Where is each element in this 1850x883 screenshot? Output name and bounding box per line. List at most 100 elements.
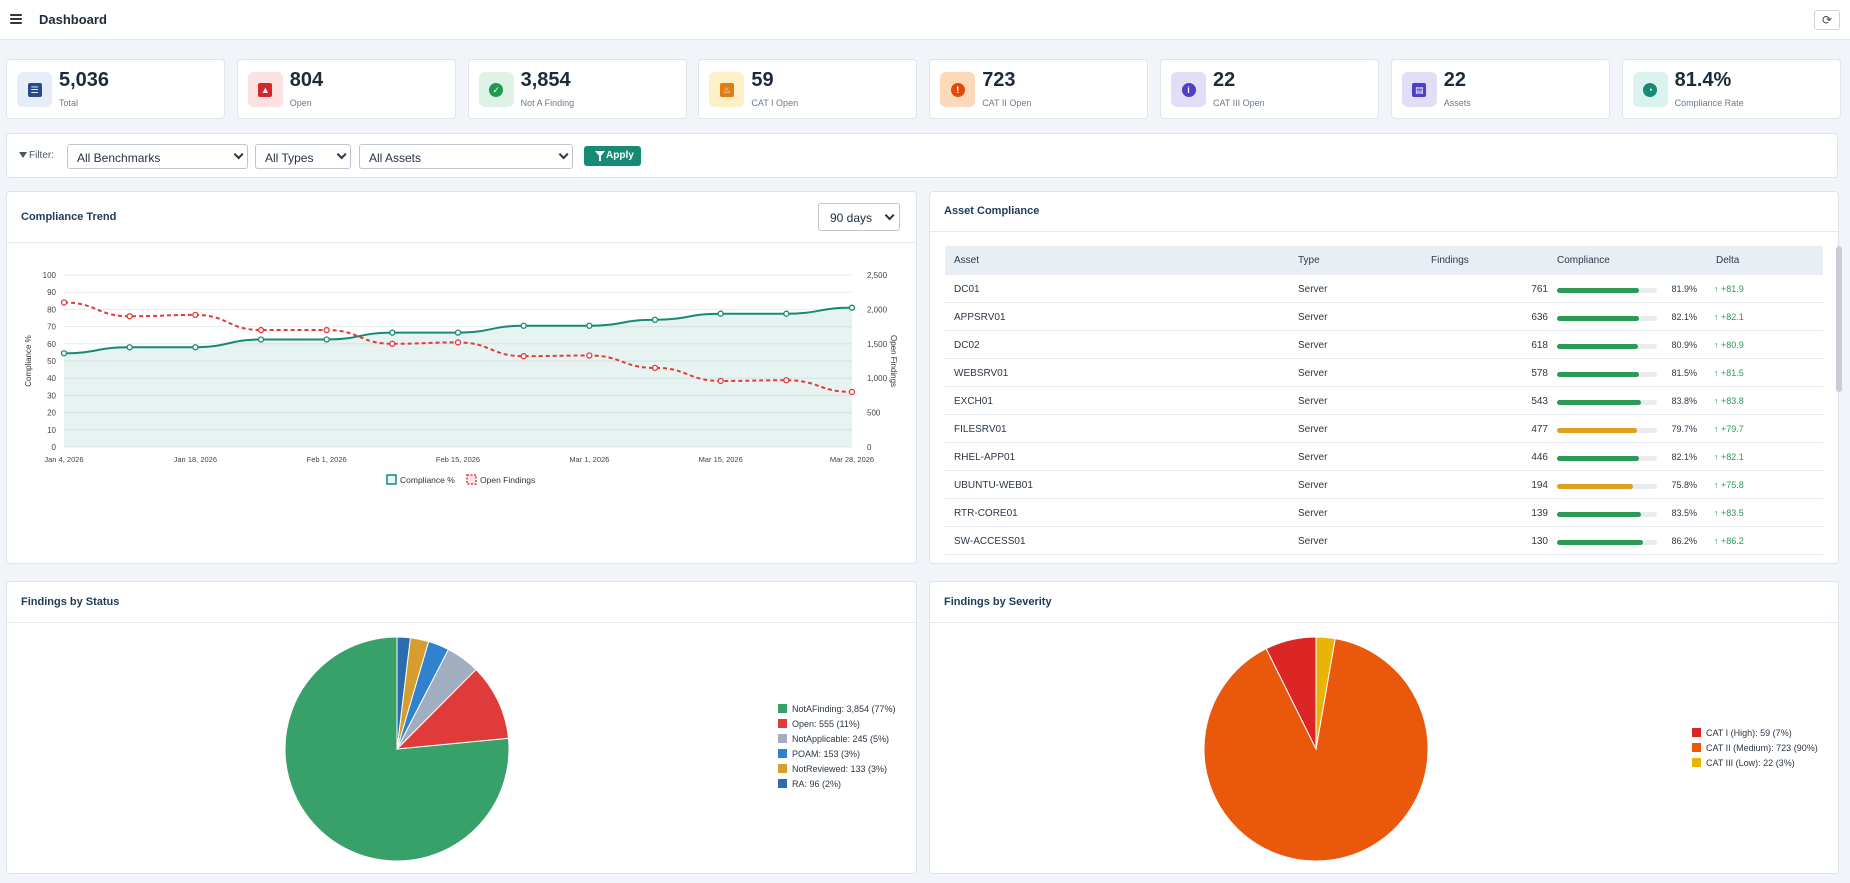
arrow-up-icon: ↑ <box>1714 312 1722 322</box>
asset-type: Server <box>1298 452 1328 463</box>
asset-select-value: All Assets <box>369 151 422 165</box>
hamburger-icon[interactable] <box>10 14 22 24</box>
arrow-up-icon: ↑ <box>1714 396 1722 406</box>
filter-icon <box>19 152 27 158</box>
table-row[interactable]: APPSRV01 Server 636 82.1% ↑ +82.1 <box>945 303 1823 331</box>
table-row[interactable]: RHEL-APP01 Server 446 82.1% ↑ +82.1 <box>945 443 1823 471</box>
chevron-down-icon <box>233 149 244 160</box>
compliance-bar <box>1557 316 1657 321</box>
apply-button[interactable]: Apply <box>584 146 641 166</box>
compliance-area <box>64 307 852 447</box>
arrow-up-icon: ↑ <box>1714 480 1722 490</box>
legend-swatch <box>778 749 787 758</box>
asset-name: APPSRV01 <box>954 312 1006 323</box>
asset-type: Server <box>1298 340 1328 351</box>
open-findings-point <box>60 299 68 306</box>
y2-tick-label: 1,000 <box>867 374 888 383</box>
table-scrollbar[interactable] <box>1836 246 1842 392</box>
x-tick-label: Jan 4, 2026 <box>44 455 83 464</box>
legend-item: RA: 96 (2%) <box>778 779 841 789</box>
stat-value: 723 <box>982 69 1016 91</box>
column-header-findings[interactable]: Findings <box>1431 255 1469 266</box>
compliance-percent: 83.8% <box>1671 396 1697 406</box>
compliance-percent: 82.1% <box>1671 312 1697 322</box>
table-row[interactable]: FILESRV01 Server 477 79.7% ↑ +79.7 <box>945 415 1823 443</box>
panel-title: Compliance Trend <box>21 211 117 223</box>
y-tick-label: 100 <box>43 271 57 280</box>
type-select[interactable]: All Types <box>255 144 351 169</box>
table-row[interactable]: WEBSRV01 Server 578 81.5% ↑ +81.5 <box>945 359 1823 387</box>
legend-item: CAT II (Medium): 723 (90%) <box>1692 743 1818 753</box>
y-tick-label: 80 <box>47 305 56 314</box>
compliance-bar-fill <box>1557 428 1637 433</box>
table-row[interactable]: SW-ACCESS01 Server 130 86.2% ↑ +86.2 <box>945 527 1823 555</box>
open-findings-point <box>389 340 396 347</box>
chevron-down-icon <box>884 210 895 221</box>
exclamation-circle-icon: ! <box>950 82 965 97</box>
compliance-point <box>60 350 68 357</box>
column-header-compliance[interactable]: Compliance <box>1557 255 1610 266</box>
compliance-point <box>192 344 199 351</box>
legend-item: CAT I (High): 59 (7%) <box>1692 728 1792 738</box>
legend-swatch <box>778 734 787 743</box>
compliance-bar <box>1557 288 1657 293</box>
compliance-bar-fill <box>1557 540 1644 545</box>
legend-label: NotAFinding: 3,854 (77%) <box>792 704 896 714</box>
panel-title: Asset Compliance <box>944 205 1040 217</box>
column-header-type[interactable]: Type <box>1298 255 1320 266</box>
delta-text: +82.1 <box>1721 452 1744 462</box>
compliance-bar-fill <box>1557 456 1640 461</box>
table-row[interactable]: DC02 Server 618 80.9% ↑ +80.9 <box>945 331 1823 359</box>
delta-value: ↑ +82.1 <box>1714 312 1744 322</box>
y-tick-label: 0 <box>52 443 57 452</box>
stat-card: ♨ 59 CAT I Open <box>698 59 918 119</box>
refresh-button[interactable]: ⟳ <box>1814 10 1840 30</box>
asset-type: Server <box>1298 284 1328 295</box>
delta-text: +81.9 <box>1721 284 1744 294</box>
arrow-up-icon: ↑ <box>1714 284 1722 294</box>
compliance-bar <box>1557 456 1657 461</box>
x-tick-label: Feb 1, 2026 <box>307 455 347 464</box>
filter-icon <box>595 151 605 161</box>
asset-findings: 139 <box>1531 508 1548 519</box>
asset-name: UBUNTU-WEB01 <box>954 480 1033 491</box>
stat-card: ☰ 5,036 Total <box>6 59 225 119</box>
asset-name: DC01 <box>954 284 980 295</box>
stat-value: 3,854 <box>520 69 571 91</box>
table-row[interactable]: UBUNTU-WEB01 Server 194 75.8% ↑ +75.8 <box>945 471 1823 499</box>
delta-value: ↑ +79.7 <box>1714 424 1744 434</box>
legend-swatch <box>1692 758 1701 767</box>
asset-select[interactable]: All Assets <box>359 144 573 169</box>
legend-swatch <box>778 779 787 788</box>
fire-icon: ♨ <box>719 82 734 97</box>
delta-text: +79.7 <box>1721 424 1744 434</box>
open-findings-point <box>651 364 659 372</box>
asset-findings: 578 <box>1531 368 1548 379</box>
benchmark-select[interactable]: All Benchmarks <box>67 144 248 169</box>
stat-card: ◔ 81.4% Compliance Rate <box>1621 59 1841 119</box>
stat-label: Not A Finding <box>520 98 575 108</box>
legend-swatch-open-findings <box>466 474 477 485</box>
compliance-percent: 80.9% <box>1671 340 1697 350</box>
range-select[interactable]: 90 days <box>818 203 900 231</box>
stat-icon-wrap: ✓ <box>478 72 514 107</box>
delta-value: ↑ +82.1 <box>1714 452 1744 462</box>
asset-findings: 636 <box>1531 312 1548 323</box>
compliance-bar <box>1557 512 1657 517</box>
legend-label: CAT III (Low): 22 (3%) <box>1706 758 1795 768</box>
asset-name: SW-ACCESS01 <box>954 536 1026 547</box>
legend-item: NotAFinding: 3,854 (77%) <box>778 704 896 714</box>
table-row[interactable]: RTR-CORE01 Server 139 83.5% ↑ +83.5 <box>945 499 1823 527</box>
delta-text: +80.9 <box>1721 340 1744 350</box>
column-header-delta[interactable]: Delta <box>1716 255 1739 266</box>
findings-by-severity-panel: Findings by Severity CAT I (High): 59 (7… <box>929 581 1839 874</box>
open-findings-point <box>848 388 856 396</box>
legend-swatch <box>778 764 787 773</box>
column-header-asset[interactable]: Asset <box>954 255 979 266</box>
y-tick-label: 10 <box>47 426 56 435</box>
y-axis-label: Compliance % <box>24 335 33 387</box>
stat-value: 22 <box>1213 69 1236 91</box>
legend-label: Compliance % <box>400 475 455 485</box>
table-row[interactable]: EXCH01 Server 543 83.8% ↑ +83.8 <box>945 387 1823 415</box>
table-row[interactable]: DC01 Server 761 81.9% ↑ +81.9 <box>945 275 1823 303</box>
